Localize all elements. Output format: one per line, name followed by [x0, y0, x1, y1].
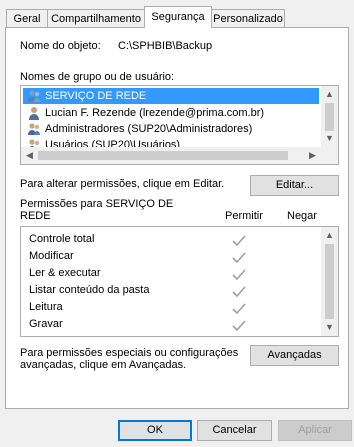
tab-geral[interactable]: Geral — [6, 9, 48, 27]
ok-button[interactable]: OK — [118, 420, 192, 441]
user-icon — [29, 107, 39, 121]
scroll-down-icon[interactable]: ▼ — [321, 319, 338, 336]
permission-label: Ler & executar — [29, 267, 101, 279]
scroll-thumb[interactable] — [38, 151, 288, 160]
tab-label: Segurança — [151, 11, 205, 23]
permission-row: Ler & executar — [29, 265, 101, 282]
cancel-button-label: Cancelar — [212, 424, 257, 436]
users-vertical-scrollbar[interactable]: ▲ ▼ — [321, 86, 338, 147]
scroll-thumb[interactable] — [325, 103, 334, 131]
permission-label: Controle total — [29, 233, 95, 245]
tab-label: Compartilhamento — [51, 13, 141, 25]
permission-row: Leitura — [29, 299, 63, 316]
special-text-line2: avançadas, clique em Avançadas. — [20, 359, 187, 371]
special-permissions-text: Para permissões especiais ou configuraçõ… — [20, 347, 238, 371]
edit-button[interactable]: Editar... — [250, 175, 339, 196]
user-item[interactable]: Lucian F. Rezende (lrezende@prima.com.br… — [23, 105, 264, 121]
allow-checkmark-icon — [232, 320, 246, 332]
special-text-line1: Para permissões especiais ou configuraçõ… — [20, 347, 239, 359]
scroll-right-icon[interactable]: ▶ — [304, 147, 321, 164]
object-name-label: Nome do objeto: — [20, 40, 101, 52]
permissions-listbox[interactable]: Controle total Modificar Ler & executar … — [20, 226, 339, 337]
scroll-up-icon[interactable]: ▲ — [321, 227, 338, 244]
group-names-text: Nomes de grupo ou de usuário: — [20, 71, 175, 83]
scroll-up-icon[interactable]: ▲ — [321, 86, 338, 103]
user-item-label: Lucian F. Rezende (lrezende@prima.com.br… — [45, 107, 265, 119]
users-horizontal-scrollbar[interactable]: ◀ ▶ — [21, 147, 338, 164]
allow-checkmark-icon — [232, 303, 246, 315]
users-listbox[interactable]: SERVIÇO DE REDE Lucian F. Rezende (lreze… — [20, 85, 339, 165]
group-names-label: Nomes de grupo ou de usuário: — [20, 71, 174, 83]
scroll-left-icon[interactable]: ◀ — [21, 147, 38, 164]
allow-checkmark-icon — [232, 235, 246, 247]
permission-row: Modificar — [29, 248, 74, 265]
allow-checkmark-icon — [232, 286, 246, 298]
edit-button-label: Editar... — [275, 179, 314, 191]
permission-label: Listar conteúdo da pasta — [29, 284, 150, 296]
permission-row: Gravar — [29, 316, 63, 333]
change-permissions-text: Para alterar permissões, clique em Edita… — [20, 178, 225, 190]
user-item[interactable]: Administradores (SUP20\Administradores) — [23, 121, 252, 137]
permission-label: Modificar — [29, 250, 74, 262]
permission-row: Controle total — [29, 231, 94, 248]
allow-checkmark-icon — [232, 252, 246, 264]
user-group-icon — [29, 139, 40, 147]
user-item-label: Administradores (SUP20\Administradores) — [45, 123, 253, 135]
permission-row: Listar conteúdo da pasta — [29, 282, 149, 299]
permissions-header: Permissões para SERVIÇO DE REDE — [20, 198, 173, 222]
allow-column-header: Permitir — [225, 210, 263, 222]
cancel-button[interactable]: Cancelar — [197, 420, 272, 441]
scroll-thumb[interactable] — [325, 244, 334, 319]
tab-label: Geral — [13, 13, 41, 25]
tab-seguranca[interactable]: Segurança — [144, 6, 212, 28]
apply-button[interactable]: Aplicar — [278, 420, 352, 441]
tab-compartilhamento[interactable]: Compartilhamento — [47, 9, 145, 27]
user-group-icon — [28, 90, 40, 103]
tab-personalizado[interactable]: Personalizado — [211, 9, 285, 27]
permissions-vertical-scrollbar[interactable]: ▲ ▼ — [321, 227, 338, 336]
user-item-label: Usuários (SUP20\Usuários) — [45, 139, 181, 147]
permission-label: Leitura — [29, 301, 63, 313]
permissions-header-line2: REDE — [20, 210, 51, 222]
apply-button-label: Aplicar — [298, 424, 332, 436]
object-path: C:\SPHBIB\Backup — [118, 40, 213, 52]
advanced-button-label: Avançadas — [267, 349, 322, 361]
allow-checkmark-icon — [232, 269, 246, 281]
tab-label: Personalizado — [213, 13, 283, 25]
scroll-down-icon[interactable]: ▼ — [321, 130, 338, 147]
advanced-button[interactable]: Avançadas — [250, 345, 339, 366]
deny-column-header: Negar — [287, 210, 317, 222]
user-item[interactable]: Usuários (SUP20\Usuários) — [23, 137, 180, 147]
ok-button-label: OK — [147, 424, 163, 436]
permissions-header-line1: Permissões para SERVIÇO DE — [20, 198, 174, 210]
permission-label: Gravar — [29, 318, 63, 330]
user-item[interactable]: SERVIÇO DE REDE — [23, 88, 319, 104]
user-group-icon — [28, 123, 40, 136]
user-item-label: SERVIÇO DE REDE — [45, 90, 147, 102]
